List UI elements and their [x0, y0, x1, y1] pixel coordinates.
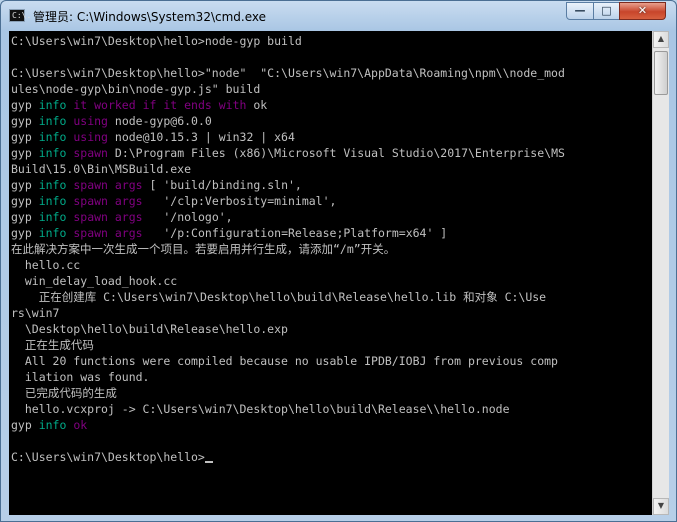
console-line: gyp info spawn args '/clp:Verbosity=mini…: [11, 193, 565, 209]
console-text: 正在创建库 C:\Users\win7\Desktop\hello\build\…: [11, 290, 547, 304]
console-text: gyp: [11, 130, 39, 144]
text-cursor: [204, 461, 213, 463]
console-text: info: [38, 178, 67, 192]
console-line: ules\node-gyp\bin\node-gyp.js" build: [11, 81, 565, 97]
console-line: ilation was found.: [11, 369, 565, 385]
console-text: Build\15.0\Bin\MSBuild.exe: [11, 162, 192, 176]
console-text: hello.cc: [11, 258, 81, 272]
console-text: '/clp:Verbosity=minimal',: [142, 194, 337, 208]
console-text: gyp: [11, 146, 39, 160]
vertical-scrollbar[interactable]: ▲ ▼: [652, 31, 669, 515]
console-text: using: [73, 130, 108, 144]
console-line: hello.cc: [11, 257, 565, 273]
console-text: gyp: [11, 194, 39, 208]
maximize-button[interactable]: □: [593, 2, 620, 20]
console-text: it worked if it ends with: [73, 98, 247, 112]
console-text: '/nologo',: [142, 210, 233, 224]
console-text: 正在生成代码: [11, 338, 94, 352]
console-text: 在此解决方案中一次生成一个项目。若要启用并行生成，请添加“/m”开关。: [11, 242, 396, 256]
arrow-up-icon: ▲: [657, 34, 665, 43]
scroll-thumb[interactable]: [654, 51, 668, 95]
console-text: '/p:Configuration=Release;Platform=x64' …: [142, 226, 448, 240]
scroll-down-button[interactable]: ▼: [653, 498, 669, 515]
console-text: \Desktop\hello\build\Release\hello.exp: [11, 322, 288, 336]
console-line: C:\Users\win7\Desktop\hello>"node" "C:\U…: [11, 65, 565, 81]
console-text: gyp: [11, 114, 39, 128]
console-text: info: [38, 114, 67, 128]
cmd-window: C:\. 管理员: C:\Windows\System32\cmd.exe — …: [0, 0, 677, 522]
window-title: 管理员: C:\Windows\System32\cmd.exe: [33, 10, 266, 24]
close-button[interactable]: ✕: [619, 2, 666, 20]
console-line: 正在创建库 C:\Users\win7\Desktop\hello\build\…: [11, 289, 565, 305]
console-line: gyp info spawn args [ 'build/binding.sln…: [11, 177, 565, 193]
console-line: 在此解决方案中一次生成一个项目。若要启用并行生成，请添加“/m”开关。: [11, 241, 565, 257]
minimize-icon: —: [574, 4, 586, 17]
console-text: win_delay_load_hook.cc: [11, 274, 178, 288]
console-text: 已完成代码的生成: [11, 386, 117, 400]
console-text: spawn args: [73, 178, 143, 192]
console-text: info: [38, 98, 67, 112]
console-text: info: [38, 226, 67, 240]
maximize-icon: □: [601, 4, 612, 17]
console-line: win_delay_load_hook.cc: [11, 273, 565, 289]
console-text: gyp: [11, 178, 39, 192]
console-line: Build\15.0\Bin\MSBuild.exe: [11, 161, 565, 177]
cmd-icon-text: C:\.: [12, 11, 32, 20]
console-line: 已完成代码的生成: [11, 385, 565, 401]
console-text: spawn: [73, 146, 108, 160]
console-text: C:\Users\win7\Desktop\hello>"node" "C:\U…: [11, 66, 565, 80]
console-text: node-gyp@6.0.0: [107, 114, 212, 128]
console-line: hello.vcxproj -> C:\Users\win7\Desktop\h…: [11, 401, 565, 417]
scroll-up-button[interactable]: ▲: [653, 31, 669, 48]
console-text: using: [73, 114, 108, 128]
console-output[interactable]: C:\Users\win7\Desktop\hello>node-gyp bui…: [9, 31, 652, 515]
console-text: gyp: [11, 226, 39, 240]
console-line: gyp info spawn args '/nologo',: [11, 209, 565, 225]
title-bar[interactable]: C:\. 管理员: C:\Windows\System32\cmd.exe — …: [1, 1, 676, 31]
arrow-down-icon: ▼: [657, 501, 665, 510]
console-line: gyp info spawn args '/p:Configuration=Re…: [11, 225, 565, 241]
console-line: gyp info spawn D:\Program Files (x86)\Mi…: [11, 145, 565, 161]
console-text: gyp: [11, 210, 39, 224]
console-text: ok: [73, 418, 88, 432]
console-line: gyp info it worked if it ends with ok: [11, 97, 565, 113]
close-icon: ✕: [637, 4, 648, 17]
minimize-button[interactable]: —: [566, 2, 594, 20]
console-line: All 20 functions were compiled because n…: [11, 353, 565, 369]
console-text: All 20 functions were compiled because n…: [11, 354, 558, 368]
console-line: gyp info using node@10.15.3 | win32 | x6…: [11, 129, 565, 145]
console-text: info: [38, 130, 67, 144]
console-text: info: [38, 418, 67, 432]
console-lines: C:\Users\win7\Desktop\hello>node-gyp bui…: [11, 33, 565, 465]
console-line: gyp info using node-gyp@6.0.0: [11, 113, 565, 129]
console-text: hello.vcxproj -> C:\Users\win7\Desktop\h…: [11, 402, 510, 416]
console-text: [ 'build/binding.sln',: [142, 178, 302, 192]
console-line: 正在生成代码: [11, 337, 565, 353]
console-line: C:\Users\win7\Desktop\hello>node-gyp bui…: [11, 33, 565, 49]
console-text: spawn args: [73, 226, 143, 240]
console-line: \Desktop\hello\build\Release\hello.exp: [11, 321, 565, 337]
console-line: C:\Users\win7\Desktop\hello>: [11, 449, 565, 465]
console-text: info: [38, 194, 67, 208]
console-text: spawn args: [73, 210, 143, 224]
console-line: rs\win7: [11, 305, 565, 321]
console-text: C:\Users\win7\Desktop\hello>: [11, 450, 205, 464]
console-text: ok: [246, 98, 268, 112]
console-text: rs\win7: [11, 306, 60, 320]
console-line: gyp info ok: [11, 417, 565, 433]
console-text: ilation was found.: [11, 370, 150, 384]
console-text: C:\Users\win7\Desktop\hello>node-gyp bui…: [11, 34, 302, 48]
cmd-icon[interactable]: C:\.: [9, 9, 31, 22]
console-text: spawn args: [73, 194, 143, 208]
console-text: ules\node-gyp\bin\node-gyp.js" build: [11, 82, 261, 96]
console-text: info: [38, 210, 67, 224]
console-text: gyp: [11, 418, 39, 432]
console-text: D:\Program Files (x86)\Microsoft Visual …: [107, 146, 565, 160]
console-text: info: [38, 146, 67, 160]
console-text: gyp: [11, 98, 39, 112]
console-text: node@10.15.3 | win32 | x64: [107, 130, 295, 144]
